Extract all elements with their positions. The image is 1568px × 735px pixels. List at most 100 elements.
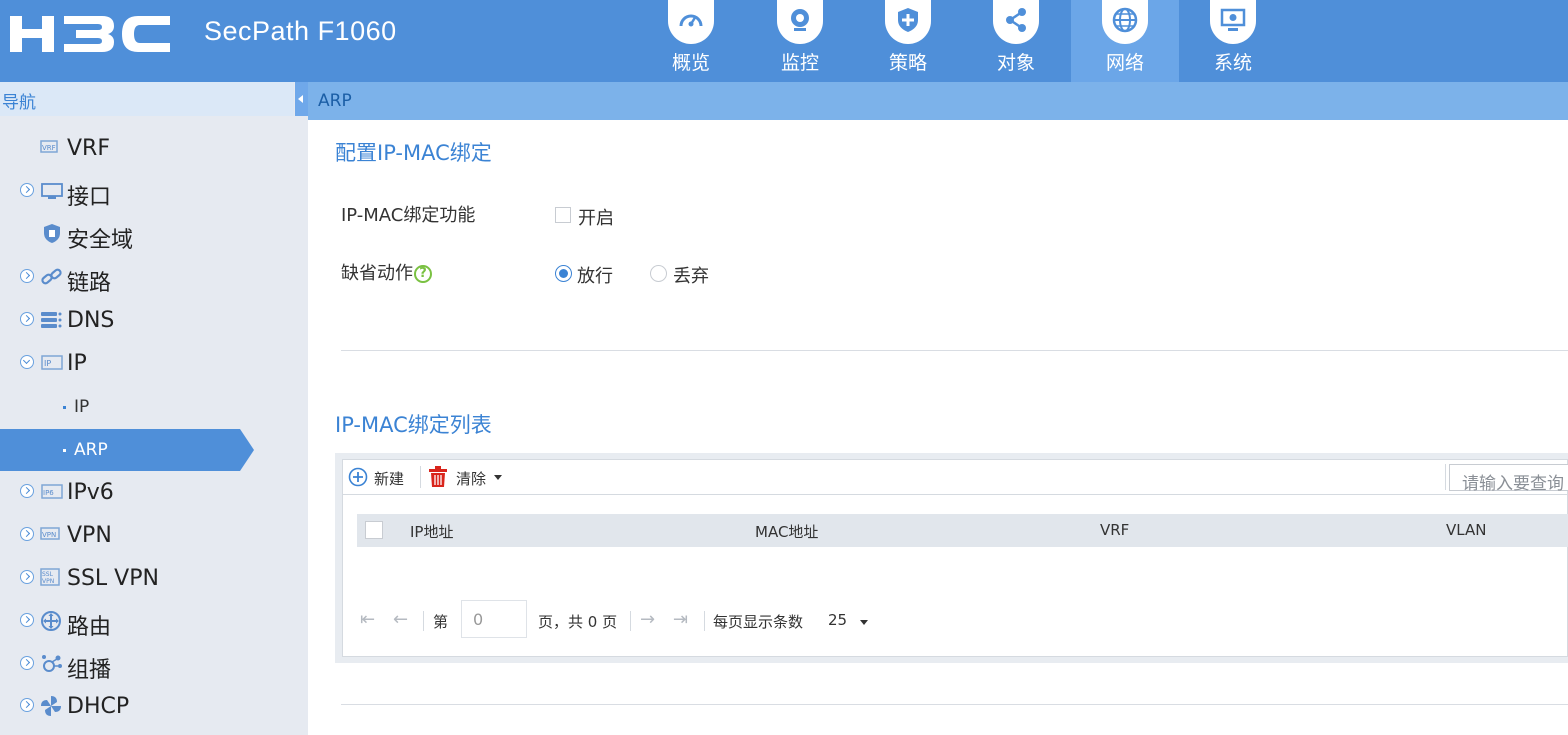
binding-grid: 新建 清除 请输入要查询 IP地址 MAC地址 VRF VLAN ⇤ ← 第 0… [342, 459, 1568, 657]
column-header-mac[interactable]: MAC地址 [755, 521, 818, 542]
sidebar-item-dhcp[interactable]: DHCP [0, 687, 308, 729]
enable-binding-label[interactable]: 开启 [578, 204, 614, 230]
tab-network[interactable]: 网络 [1071, 0, 1179, 82]
sidebar-item-label: 路由 [67, 615, 112, 640]
expand-icon[interactable] [20, 570, 34, 584]
tab-policy[interactable]: 策略 [854, 0, 962, 82]
tab-object-label: 对象 [996, 52, 1035, 74]
link-icon [40, 266, 64, 288]
page-number-value: 0 [473, 610, 484, 629]
column-header-vrf[interactable]: VRF [1100, 521, 1129, 539]
action-drop-radio[interactable] [650, 265, 667, 282]
expand-icon[interactable] [20, 527, 34, 541]
expand-icon[interactable] [20, 269, 34, 283]
per-page-label: 每页显示条数 [713, 613, 804, 631]
sidebar-item-ipv6[interactable]: IP6 IPv6 [0, 473, 308, 515]
trash-icon [429, 466, 447, 487]
sidebar-subitem-ip[interactable]: IP [0, 386, 308, 428]
svg-text:VPN: VPN [42, 531, 56, 539]
vpn-icon: VPN [40, 524, 64, 546]
sidebar-item-label: 安全域 [67, 228, 134, 253]
globe-icon [1102, 0, 1148, 44]
ip-icon: IP [40, 352, 64, 374]
vrf-icon: VRF [40, 137, 64, 159]
collapse-icon[interactable] [20, 355, 34, 369]
pager-separator [704, 611, 705, 631]
tab-policy-label: 策略 [888, 52, 927, 74]
sidebar-item-label: 链路 [67, 271, 112, 296]
sidebar-item-label: 接口 [67, 185, 112, 210]
shield-plus-icon [885, 0, 931, 44]
search-input[interactable]: 请输入要查询 [1449, 464, 1568, 494]
sidebar-item-routing[interactable]: 路由 [0, 602, 308, 644]
tab-object[interactable]: 对象 [962, 0, 1070, 82]
tab-system[interactable]: 系统 [1179, 0, 1287, 82]
expand-icon[interactable] [20, 312, 34, 326]
sidebar-item-ip[interactable]: IP IP [0, 344, 308, 386]
table-header: IP地址 MAC地址 VRF VLAN [357, 514, 1568, 547]
sidebar-title: 导航 [2, 93, 36, 113]
toolbar-separator [1445, 464, 1446, 490]
last-page-icon[interactable]: ⇥ [673, 609, 688, 630]
tab-network-label: 网络 [1105, 52, 1144, 74]
dns-icon [40, 309, 64, 331]
default-action-text: 缺省动作 [341, 263, 413, 284]
add-circle-icon [348, 467, 368, 487]
new-button[interactable]: 新建 [348, 460, 418, 494]
interface-icon [40, 180, 64, 202]
action-permit-label[interactable]: 放行 [577, 262, 613, 288]
sidebar-item-vpn[interactable]: VPN VPN [0, 516, 308, 558]
tab-overview[interactable]: 概览 [637, 0, 745, 82]
routing-icon [40, 610, 64, 632]
svg-text:IP: IP [44, 359, 51, 368]
sidebar-subitem-label: IP [74, 397, 90, 417]
help-icon[interactable]: ? [414, 265, 432, 283]
sidebar-item-interface[interactable]: 接口 [0, 172, 308, 214]
clear-button[interactable]: 清除 [428, 460, 508, 494]
product-name: SecPath F1060 [204, 16, 397, 46]
sidebar-item-security-zone[interactable]: 安全域 [0, 215, 308, 257]
action-permit-radio[interactable] [555, 265, 572, 282]
page-total-text: 页，共 0 页 [538, 613, 618, 631]
pagination: ⇤ ← 第 0 页，共 0 页 → ⇥ 每页显示条数 25 [343, 600, 1568, 642]
sidebar-subitem-arp[interactable]: ARP [0, 429, 308, 471]
expand-icon[interactable] [20, 183, 34, 197]
sidebar-item-dns[interactable]: DNS [0, 301, 308, 343]
expand-icon[interactable] [20, 656, 34, 670]
tab-monitor[interactable]: 监控 [746, 0, 854, 82]
new-button-label: 新建 [374, 470, 405, 488]
tab-system-label: 系统 [1213, 52, 1252, 74]
search-placeholder: 请输入要查询 [1462, 474, 1564, 494]
expand-icon[interactable] [20, 698, 34, 712]
h3c-logo [10, 14, 170, 54]
security-zone-icon [40, 223, 64, 245]
divider [341, 350, 1568, 351]
sidebar-item-link[interactable]: 链路 [0, 258, 308, 300]
page-number-input[interactable]: 0 [461, 600, 527, 638]
next-page-icon[interactable]: → [640, 609, 655, 630]
first-page-icon[interactable]: ⇤ [360, 609, 375, 630]
dashboard-icon [668, 0, 714, 44]
sidebar-subitem-label: ARP [74, 440, 108, 460]
column-header-ip[interactable]: IP地址 [410, 521, 453, 542]
sidebar-item-multicast[interactable]: 组播 [0, 645, 308, 687]
expand-icon[interactable] [20, 484, 34, 498]
sidebar-item-ssl-vpn[interactable]: SSL VPN SSL VPN [0, 559, 308, 601]
dhcp-icon [40, 695, 64, 717]
select-all-checkbox[interactable] [365, 521, 383, 539]
prev-page-icon[interactable]: ← [393, 609, 408, 630]
sidebar-collapse-toggle[interactable] [295, 82, 308, 116]
multicast-icon [40, 653, 64, 675]
sidebar-item-label: 组播 [67, 658, 112, 683]
per-page-select[interactable]: 25 [828, 611, 847, 629]
column-header-vlan[interactable]: VLAN [1446, 521, 1486, 539]
expand-icon[interactable] [20, 613, 34, 627]
enable-binding-checkbox[interactable] [555, 207, 571, 223]
bullet-icon [63, 406, 66, 409]
chevron-down-icon[interactable] [860, 620, 868, 625]
sidebar-item-vrf[interactable]: VRF VRF [0, 129, 308, 171]
sidebar-item-label: IPv6 [67, 480, 114, 505]
clear-button-label: 清除 [456, 470, 487, 488]
sidebar-item-label: VRF [67, 136, 110, 161]
action-drop-label[interactable]: 丢弃 [673, 262, 709, 288]
